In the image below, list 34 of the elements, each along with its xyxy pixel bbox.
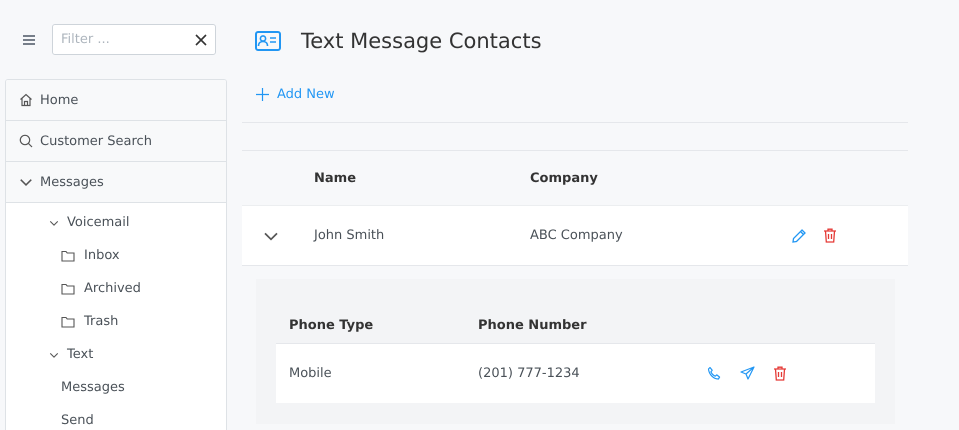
nav-item[interactable]: Text bbox=[6, 338, 226, 371]
table-cell-text: (201) 777-1234 bbox=[478, 366, 581, 381]
plus-icon bbox=[256, 88, 269, 100]
folder-icon bbox=[61, 316, 75, 328]
menu-icon[interactable] bbox=[22, 34, 36, 46]
table-cell-text: John Smith bbox=[314, 228, 386, 243]
column-header: Phone Number bbox=[478, 318, 588, 333]
nav-item[interactable]: Messages bbox=[6, 162, 226, 203]
filter-field[interactable]: Filter ... bbox=[52, 24, 216, 55]
nav-item[interactable]: Messages bbox=[6, 371, 226, 404]
column-header: Phone Type bbox=[288, 318, 374, 333]
home-icon bbox=[19, 93, 33, 107]
table-cell-text: ABC Company bbox=[530, 228, 624, 243]
page-title: Text Message Contacts bbox=[301, 29, 542, 53]
trash-icon[interactable] bbox=[823, 228, 837, 243]
close-icon[interactable] bbox=[195, 34, 207, 46]
nav-item[interactable]: Inbox bbox=[6, 239, 226, 272]
table-cell-text: Mobile bbox=[288, 366, 333, 381]
nav-item[interactable]: Customer Search bbox=[6, 121, 226, 162]
search-icon bbox=[19, 134, 33, 148]
send-icon[interactable] bbox=[740, 366, 755, 381]
phone-icon[interactable] bbox=[707, 366, 722, 381]
contact-card-icon bbox=[255, 31, 281, 51]
column-header: Name bbox=[314, 170, 358, 186]
folder-icon bbox=[61, 250, 75, 262]
nav-item[interactable]: Voicemail bbox=[6, 206, 226, 239]
nav-item[interactable]: Archived bbox=[6, 272, 226, 305]
folder-icon bbox=[61, 282, 75, 294]
nav-item[interactable]: Trash bbox=[6, 305, 226, 338]
edit-icon[interactable] bbox=[791, 228, 807, 244]
nav-item[interactable]: Send bbox=[6, 404, 226, 430]
trash-icon[interactable] bbox=[773, 366, 787, 381]
nav-item[interactable]: Home bbox=[6, 80, 226, 121]
column-header: Company bbox=[530, 170, 598, 186]
